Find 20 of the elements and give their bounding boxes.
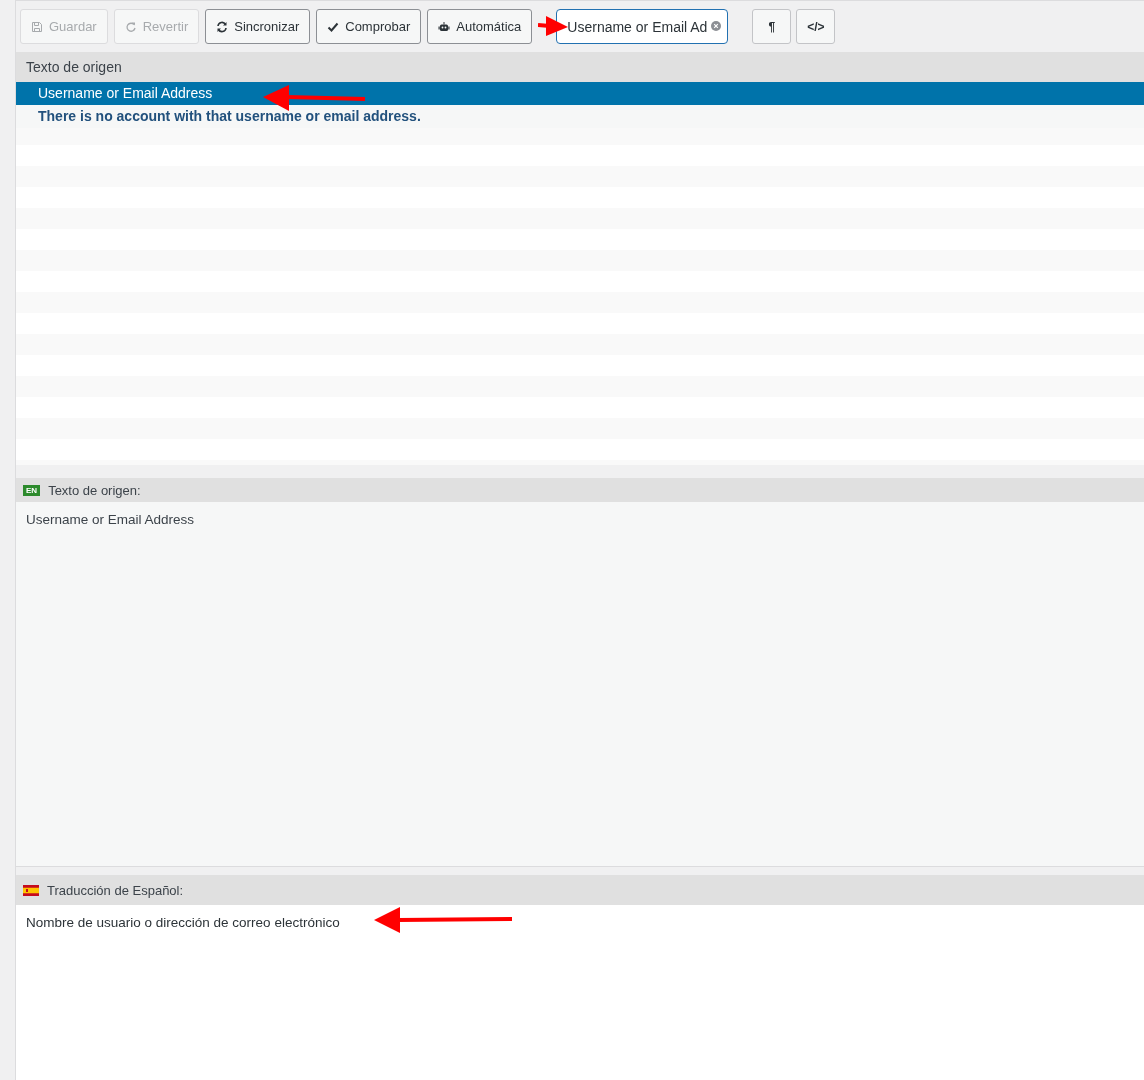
undo-arrow-icon bbox=[124, 20, 137, 33]
sync-icon bbox=[216, 20, 229, 33]
panel-title: Texto de origen: bbox=[48, 482, 141, 498]
translation-field[interactable]: Nombre de usuario o dirección de correo electrónico bbox=[16, 905, 1144, 1080]
view-toggle-button[interactable]: ¶ bbox=[752, 9, 792, 44]
robot-icon bbox=[438, 20, 451, 33]
search-field[interactable]: Username or Email Ad bbox=[556, 9, 729, 44]
flag-icon bbox=[23, 884, 39, 896]
toolbar-button[interactable]: Automática bbox=[427, 9, 533, 44]
checkmark-icon bbox=[327, 20, 340, 33]
arrow-annotation bbox=[538, 16, 568, 36]
string-row[interactable]: Username or Email Address bbox=[16, 82, 1144, 105]
source-text-area: Username or Email Address bbox=[16, 502, 1144, 867]
toolbar-button[interactable]: Sincronizar bbox=[205, 9, 311, 44]
clear-icon bbox=[711, 21, 722, 31]
language-badge: EN bbox=[23, 484, 41, 496]
panel-title: Traducción de Español: bbox=[47, 882, 184, 898]
view-toggle-button[interactable]: </> bbox=[796, 9, 836, 44]
list-header: Texto de origen bbox=[26, 59, 122, 75]
toolbar-button[interactable]: Comprobar bbox=[316, 9, 422, 44]
